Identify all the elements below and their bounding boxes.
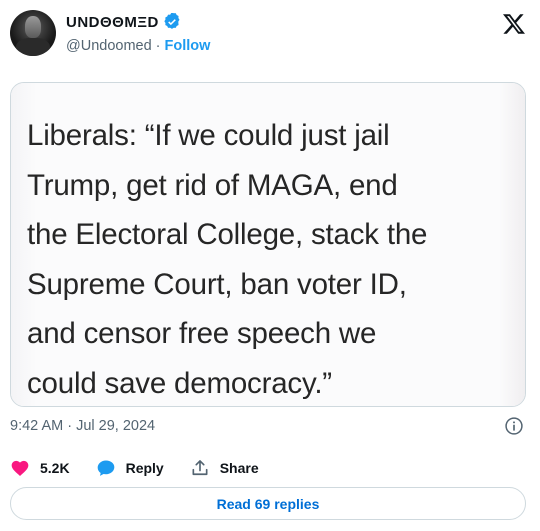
share-label: Share	[219, 460, 259, 476]
handle-separator: ·	[155, 38, 161, 54]
share-icon	[192, 460, 208, 476]
tweet-actions: 5.2K Reply Share	[10, 457, 259, 479]
reply-button[interactable]: Reply	[96, 458, 164, 478]
tweet-media-image[interactable]: Liberals: “If we could just jail Trump, …	[10, 82, 526, 407]
x-logo-icon[interactable]	[502, 12, 526, 36]
media-quote-text: Liberals: “If we could just jail Trump, …	[27, 119, 428, 400]
display-name[interactable]: UNDΘΘMΞD	[66, 14, 159, 31]
likes-count: 5.2K	[40, 460, 70, 476]
tweet-header: UNDΘΘMΞD @Undoomed · Follow	[10, 8, 530, 60]
read-replies-button[interactable]: Read 69 replies	[10, 487, 526, 520]
follow-button[interactable]: Follow	[165, 38, 211, 54]
verified-badge-icon	[164, 13, 180, 29]
avatar[interactable]	[10, 10, 56, 56]
share-button[interactable]: Share	[190, 458, 259, 478]
reply-bubble-icon	[97, 460, 114, 476]
heart-icon	[11, 460, 29, 476]
tweet-timestamp[interactable]: 9:42 AM · Jul 29, 2024	[10, 418, 155, 434]
handle[interactable]: @Undoomed	[66, 38, 152, 54]
handle-row: @Undoomed · Follow	[66, 38, 210, 54]
avatar-body	[16, 38, 50, 56]
info-icon[interactable]	[504, 416, 524, 436]
avatar-face	[25, 16, 41, 38]
name-row: UNDΘΘMΞD	[66, 13, 181, 31]
reply-label: Reply	[125, 460, 164, 476]
read-replies-label: Read 69 replies	[216, 495, 320, 512]
like-button[interactable]: 5.2K	[10, 458, 70, 478]
